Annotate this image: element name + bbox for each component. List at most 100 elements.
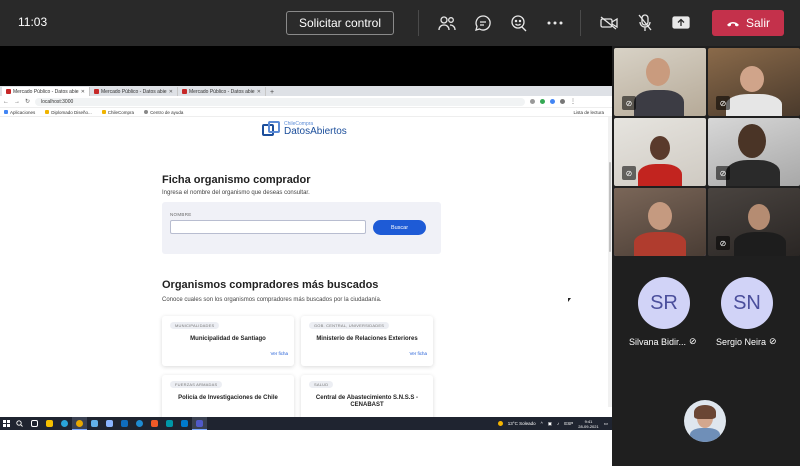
participant-video-tile-active-speaker[interactable] bbox=[614, 188, 706, 256]
participant-video-tile[interactable]: ⊘ bbox=[708, 48, 800, 116]
browser-tab-strip: Mercado Público - Datos abiertos ✕ Merca… bbox=[0, 86, 612, 96]
close-tab-icon[interactable]: ✕ bbox=[257, 89, 261, 95]
app-icon[interactable] bbox=[162, 417, 177, 430]
weather-sun-icon bbox=[497, 421, 503, 426]
hangup-icon bbox=[726, 21, 739, 26]
participant-video-tile[interactable]: ⊘ bbox=[708, 188, 800, 256]
participant-video-tile[interactable]: ⊘ bbox=[614, 48, 706, 116]
search-panel: NOMBRE Buscar bbox=[162, 202, 441, 254]
page-scrollbar[interactable] bbox=[608, 117, 612, 407]
chat-icon[interactable] bbox=[472, 12, 494, 34]
extension-icon[interactable] bbox=[550, 99, 556, 104]
bookmarks-bar: Aplicaciones Diplomado Diseño... ChileCo… bbox=[0, 108, 612, 117]
organism-name: Central de Abastecimiento S.N.S.S - CENA… bbox=[315, 395, 419, 408]
logo-mark-icon bbox=[262, 121, 280, 137]
bookmark-label: ChileCompra bbox=[107, 109, 135, 115]
tab-title: Mercado Público - Datos abiertos bbox=[101, 88, 167, 95]
category-badge: MUNICIPALIDADES bbox=[170, 322, 220, 329]
chile-flag-icon bbox=[182, 89, 187, 94]
browser-tab[interactable]: Mercado Público - Datos abiertos ✕ bbox=[2, 87, 90, 96]
participant-avatar[interactable]: SN bbox=[721, 277, 773, 329]
bookmark-label: Centro de ayuda bbox=[150, 109, 184, 115]
edge-icon[interactable] bbox=[57, 417, 72, 430]
bookmark-folder[interactable]: ChileCompra bbox=[101, 109, 135, 115]
mic-off-icon: ⊘ bbox=[622, 96, 636, 110]
organism-card[interactable]: MUNICIPALIDADES Municipalidad de Santiag… bbox=[162, 316, 294, 366]
teams-icon[interactable] bbox=[192, 417, 207, 430]
apps-icon bbox=[4, 110, 8, 114]
tab-title: Mercado Público - Datos abiertos bbox=[13, 88, 79, 95]
organism-card[interactable]: GOB. CENTRAL, UNIVERSIDADES Ministerio d… bbox=[301, 316, 433, 366]
organism-name: Ministerio de Relaciones Exteriores bbox=[316, 336, 418, 342]
language-indicator[interactable]: ESP bbox=[564, 421, 573, 426]
outlook-icon[interactable] bbox=[117, 417, 132, 430]
close-tab-icon[interactable]: ✕ bbox=[169, 89, 173, 95]
photos-icon[interactable] bbox=[102, 417, 117, 430]
participant-avatar[interactable]: SR bbox=[638, 277, 690, 329]
extension-icon[interactable] bbox=[540, 99, 546, 104]
back-icon[interactable]: ← bbox=[3, 99, 9, 105]
mic-off-icon[interactable] bbox=[634, 12, 656, 34]
leave-button[interactable]: Salir bbox=[712, 10, 784, 36]
toolbar-divider bbox=[418, 10, 419, 36]
task-view-icon[interactable] bbox=[27, 417, 42, 430]
url-input[interactable]: localhost:3000 bbox=[35, 97, 526, 106]
system-tray: 13°C Soleado ^ ▣ ♪ ESP 9:41 28-09-2021 ▭ bbox=[497, 419, 612, 429]
weather-text[interactable]: 13°C Soleado bbox=[508, 421, 536, 426]
scrollbar-thumb[interactable] bbox=[609, 162, 611, 252]
self-view-avatar[interactable] bbox=[684, 400, 726, 442]
volume-icon[interactable]: ♪ bbox=[557, 421, 559, 426]
brave-icon[interactable] bbox=[147, 417, 162, 430]
participant-name: Sergio Neira bbox=[716, 336, 767, 347]
folder-icon bbox=[45, 110, 50, 114]
new-tab-button[interactable]: + bbox=[266, 89, 278, 96]
teams-meeting-window: 11:03 Solicitar control Salir Mercado Pú… bbox=[0, 0, 800, 466]
notifications-icon[interactable]: ▭ bbox=[604, 421, 608, 427]
windows-start-button[interactable] bbox=[0, 417, 12, 430]
page-subtitle: Ingresa el nombre del organismo que dese… bbox=[162, 190, 310, 196]
profile-avatar[interactable] bbox=[560, 99, 566, 104]
search-button[interactable]: Buscar bbox=[373, 220, 426, 235]
vscode-icon[interactable] bbox=[177, 417, 192, 430]
participant-video-tile[interactable]: ⊘ bbox=[708, 118, 800, 186]
file-explorer-icon[interactable] bbox=[42, 417, 57, 430]
store-icon[interactable] bbox=[87, 417, 102, 430]
shared-desktop: Mercado Público - Datos abiertos ✕ Merca… bbox=[0, 86, 612, 466]
taskbar-clock[interactable]: 9:41 28-09-2021 bbox=[578, 419, 598, 429]
bookmark-folder[interactable]: Diplomado Diseño... bbox=[45, 110, 92, 115]
bookmark-apps[interactable]: Aplicaciones bbox=[4, 110, 35, 115]
search-icon[interactable] bbox=[12, 417, 27, 430]
top-organisms-subtitle: Conoce cuales son los organismos comprad… bbox=[162, 297, 382, 303]
meeting-toolbar: 11:03 Solicitar control Salir bbox=[0, 0, 800, 46]
extension-icon[interactable] bbox=[530, 99, 536, 104]
windows-taskbar: 13°C Soleado ^ ▣ ♪ ESP 9:41 28-09-2021 ▭ bbox=[0, 417, 612, 430]
browser-address-bar: ← → ↻ localhost:3000 ⋮ bbox=[0, 96, 612, 108]
tab-title: Mercado Público - Datos abiertos bbox=[189, 88, 255, 95]
search-input[interactable] bbox=[170, 220, 366, 234]
request-control-button[interactable]: Solicitar control bbox=[286, 11, 394, 35]
browser-tab[interactable]: Mercado Público - Datos abiertos ✕ bbox=[90, 87, 178, 96]
network-icon[interactable]: ▣ bbox=[548, 421, 552, 427]
camera-off-icon[interactable] bbox=[598, 12, 620, 34]
more-icon[interactable] bbox=[544, 12, 566, 34]
browser-menu-icon[interactable]: ⋮ bbox=[570, 98, 576, 105]
reading-list[interactable]: Lista de lectura bbox=[573, 110, 604, 115]
view-profile-link[interactable]: Ver ficha bbox=[409, 351, 427, 356]
leave-label: Salir bbox=[745, 16, 770, 30]
participant-video-tile[interactable]: ⊘ bbox=[614, 118, 706, 186]
people-icon[interactable] bbox=[436, 12, 458, 34]
reactions-icon[interactable] bbox=[508, 12, 530, 34]
browser-tab[interactable]: Mercado Público - Datos abiertos ✕ bbox=[178, 87, 266, 96]
datos-abiertos-logo[interactable]: ChileCompra DatosAbiertos bbox=[262, 121, 347, 137]
share-screen-icon[interactable] bbox=[670, 12, 692, 34]
tray-chevron-icon[interactable]: ^ bbox=[541, 421, 543, 426]
reload-icon[interactable]: ↻ bbox=[25, 98, 30, 105]
bookmark-label: Diplomado Diseño... bbox=[51, 109, 92, 115]
view-profile-link[interactable]: Ver ficha bbox=[270, 351, 288, 356]
top-organisms-title: Organismos compradores más buscados bbox=[162, 279, 379, 291]
chrome-icon[interactable] bbox=[72, 417, 87, 430]
app-icon[interactable] bbox=[132, 417, 147, 430]
bookmark-link[interactable]: Centro de ayuda bbox=[144, 110, 183, 115]
forward-icon[interactable]: → bbox=[14, 99, 20, 105]
close-tab-icon[interactable]: ✕ bbox=[81, 89, 85, 95]
